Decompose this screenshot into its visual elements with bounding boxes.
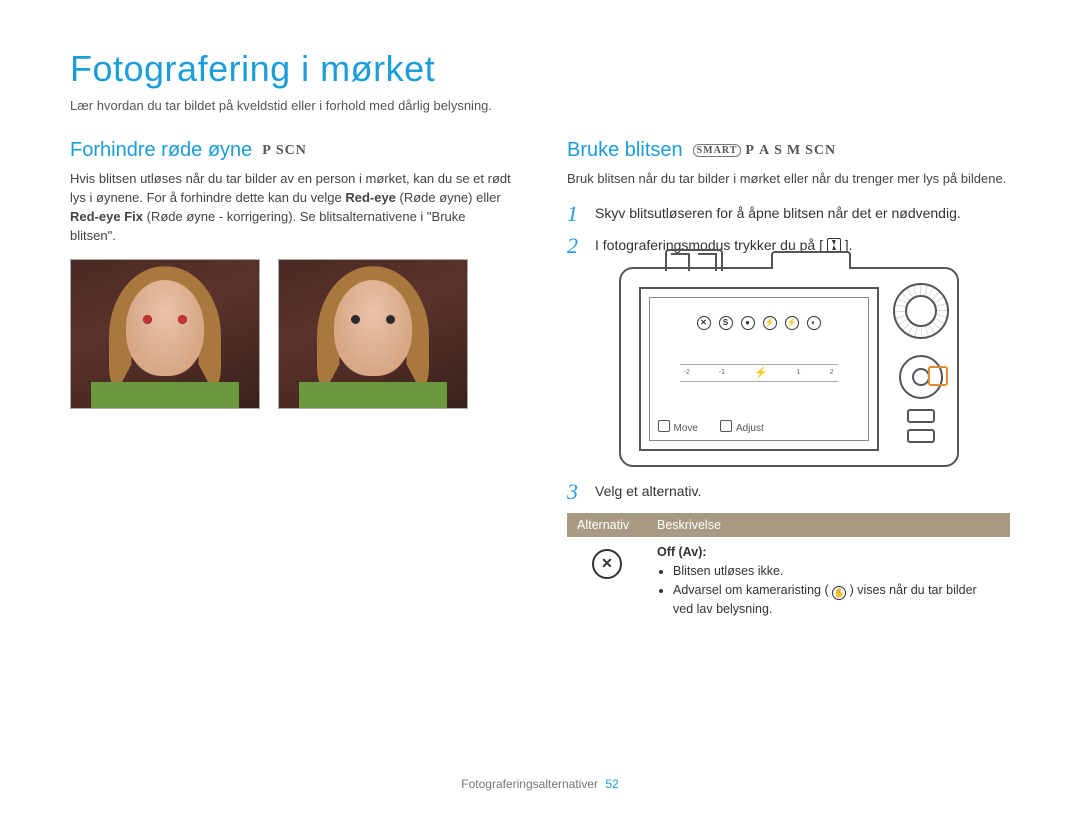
option-off-title: Off (Av): [657, 545, 1000, 559]
mode-a-icon: A [759, 143, 770, 159]
right-column: Bruke blitsen SMART P A S M SCN Bruk bli… [567, 139, 1010, 626]
scale-tick: -2 [684, 369, 690, 376]
camera-button-icon [907, 409, 935, 423]
flash-button-highlight [928, 366, 948, 386]
mode-dial-icon [893, 283, 949, 339]
mode-m-icon: M [787, 143, 801, 159]
bullet2-pre: Advarsel om kameraristing ( [673, 583, 829, 597]
flash-slow-icon: S [719, 316, 733, 330]
right-heading-text: Bruke blitsen [567, 139, 683, 162]
flash-redeye-fix-icon: ◐ [807, 316, 821, 330]
left-body-text: Hvis blitsen utløses når du tar bilder a… [70, 170, 513, 245]
step-1: 1 Skyv blitsutløseren for å åpne blitsen… [567, 203, 1010, 225]
example-photos [70, 259, 513, 409]
step-3-text: Velg et alternativ. [595, 481, 1010, 503]
footer-section: Fotograferingsalternativer [461, 777, 598, 791]
th-description: Beskrivelse [647, 513, 1010, 537]
camera-screen: ✕ S ● ⚡ ⚡ ◐ -2 -1 ⚡ 1 2 [639, 287, 879, 451]
page-title: Fotografering i mørket [70, 48, 1010, 90]
scale-tick: -1 [719, 369, 725, 376]
step-1-number: 1 [567, 203, 585, 225]
left-column: Forhindre røde øyne P SCN Hvis blitsen u… [70, 139, 513, 626]
photo-red-eye-fixed [278, 259, 468, 409]
screen-adjust-label: Adjust [720, 420, 764, 434]
right-mode-icons: SMART P A S M SCN [693, 143, 836, 159]
step-2-number: 2 [567, 235, 585, 257]
mode-p-icon: P [745, 143, 755, 159]
mode-scn-icon: SCN [805, 143, 836, 159]
mode-smart-icon: SMART [693, 144, 742, 157]
step-3-number: 3 [567, 481, 585, 503]
page-subtitle: Lær hvordan du tar bildet på kveldstid e… [70, 98, 1010, 113]
flash-redeye-icon: ● [741, 316, 755, 330]
th-alternative: Alternativ [567, 513, 647, 537]
left-heading: Forhindre røde øyne P SCN [70, 139, 513, 162]
ev-scale: -2 -1 ⚡ 1 2 [680, 364, 838, 382]
step-1-text: Skyv blitsutløseren for å åpne blitsen n… [595, 203, 1010, 225]
scale-tick: 2 [830, 369, 834, 376]
flash-icon [827, 238, 841, 252]
screen-move-label: Move [658, 420, 698, 434]
flash-off-icon: ✕ [697, 316, 711, 330]
photo-red-eye [70, 259, 260, 409]
flash-fill-icon: ⚡ [785, 316, 799, 330]
right-body-text: Bruk blitsen når du tar bilder i mørket … [567, 170, 1010, 189]
option-off-bullet-2: Advarsel om kameraristing ( ✋ ) vises nå… [673, 581, 1000, 619]
scale-center-icon: ⚡ [754, 366, 768, 379]
right-heading: Bruke blitsen SMART P A S M SCN [567, 139, 1010, 162]
flash-unit-icon [771, 251, 851, 269]
flash-auto-icon: ⚡ [763, 316, 777, 330]
left-heading-text: Forhindre røde øyne [70, 139, 252, 162]
page-footer: Fotograferingsalternativer 52 [0, 777, 1080, 791]
mode-scn-icon: SCN [276, 143, 307, 159]
viewfinder-icon [665, 249, 723, 271]
mode-p-icon: P [262, 143, 272, 159]
step-3: 3 Velg et alternativ. [567, 481, 1010, 503]
camera-diagram: ✕ S ● ⚡ ⚡ ◐ -2 -1 ⚡ 1 2 [619, 267, 959, 467]
mode-s-icon: S [774, 143, 783, 159]
table-row: ✕ Off (Av): Blitsen utløses ikke. Advars… [567, 537, 1010, 627]
camera-shake-icon: ✋ [832, 586, 846, 600]
flash-off-option-icon: ✕ [592, 549, 622, 579]
camera-button-icon [907, 429, 935, 443]
options-table: Alternativ Beskrivelse ✕ Off (Av): Blits… [567, 513, 1010, 627]
left-mode-icons: P SCN [262, 143, 307, 159]
footer-page-number: 52 [605, 777, 618, 791]
flash-mode-icons: ✕ S ● ⚡ ⚡ ◐ [650, 316, 868, 330]
scale-tick: 1 [797, 369, 801, 376]
option-off-bullet-1: Blitsen utløses ikke. [673, 562, 1000, 581]
